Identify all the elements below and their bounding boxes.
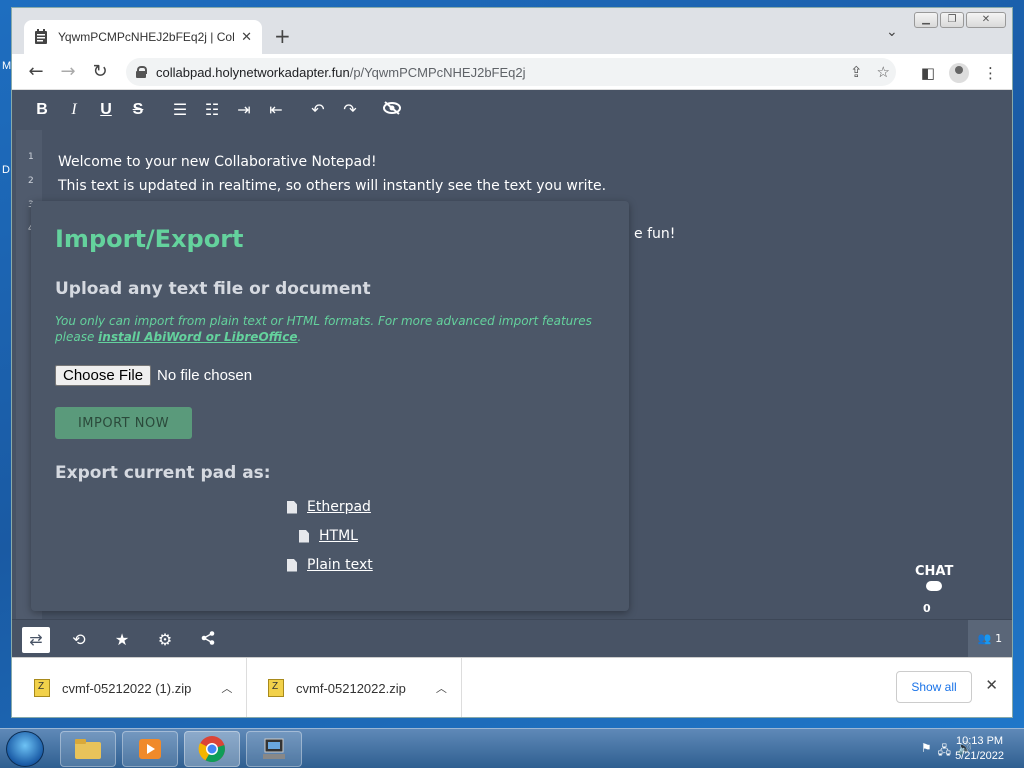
editor-toolbar: B I U S ☰ ☷ ⇥ ⇤ ↶ ↷ xyxy=(12,90,1012,130)
export-heading: Export current pad as: xyxy=(55,463,271,483)
forward-arrow-icon[interactable]: → xyxy=(52,61,84,82)
undo-icon[interactable]: ↶ xyxy=(302,100,334,120)
underline-button[interactable]: U xyxy=(90,101,122,119)
clock-time: 10:13 PM xyxy=(955,735,1004,747)
pad-text-line[interactable]: Welcome to your new Collaborative Notepa… xyxy=(58,154,377,170)
html-file-icon xyxy=(299,529,309,543)
browser-tab[interactable]: YqwmPCMPcNHEJ2bFEq2j | Colla ✕ xyxy=(24,20,262,54)
upload-heading: Upload any text file or document xyxy=(55,279,371,299)
explorer-taskbar-icon[interactable] xyxy=(60,731,116,767)
settings-gear-icon[interactable]: ⚙ xyxy=(151,627,179,653)
chat-label: CHAT xyxy=(915,564,954,579)
line-number: 2 xyxy=(28,176,34,186)
share-embed-icon[interactable] xyxy=(194,627,222,653)
show-all-button[interactable]: Show all xyxy=(896,671,972,703)
chrome-taskbar-icon[interactable] xyxy=(184,731,240,767)
pad-page: B I U S ☰ ☷ ⇥ ⇤ ↶ ↷ 1 2 3 4 Welcome to y… xyxy=(12,90,1012,658)
export-plaintext-link[interactable]: Plain text xyxy=(287,557,373,573)
address-bar[interactable]: collabpad.holynetworkadapter.fun/p/YqwmP… xyxy=(126,58,896,86)
network-icon[interactable]: 🖧 xyxy=(938,741,951,762)
export-html-link[interactable]: HTML xyxy=(299,528,358,544)
back-arrow-icon[interactable]: ← xyxy=(20,61,52,82)
restore-button[interactable]: ❐ xyxy=(940,12,964,28)
taskbar: ⚑ 🖧 🔊 10:13 PM 5/21/2022 xyxy=(0,728,1024,768)
browser-toolbar: ← → ↻ collabpad.holynetworkadapter.fun/p… xyxy=(12,54,1012,90)
users-count: 1 xyxy=(995,632,1003,645)
window-controls: ▁ ❐ ✕ xyxy=(914,12,1006,28)
clear-authorship-eye-icon[interactable] xyxy=(376,100,408,120)
outdent-icon[interactable]: ⇤ xyxy=(260,100,292,120)
clock-date: 5/21/2022 xyxy=(955,750,1004,762)
download-item[interactable]: cvmf-05212022.zip ︿ xyxy=(268,658,462,717)
bold-button[interactable]: B xyxy=(26,101,58,119)
pad-text-line[interactable]: e fun! xyxy=(634,226,675,242)
star-icon[interactable]: ★ xyxy=(108,627,136,653)
url-text: collabpad.holynetworkadapter.fun/p/YqwmP… xyxy=(156,64,526,80)
file-input: Choose File No file chosen xyxy=(55,365,252,386)
tab-search-chevron-icon[interactable]: ⌄ xyxy=(886,24,898,40)
share-icon[interactable]: ⇪ xyxy=(850,63,863,81)
zip-file-icon xyxy=(268,679,284,697)
users-button[interactable]: 👥 1 xyxy=(968,620,1012,658)
import-now-button[interactable]: IMPORT NOW xyxy=(55,407,192,439)
choose-file-button[interactable]: Choose File xyxy=(55,365,152,386)
tab-close-icon[interactable]: ✕ xyxy=(241,30,252,45)
download-item[interactable]: cvmf-05212022 (1).zip ︿ xyxy=(34,658,248,717)
etherpad-file-icon xyxy=(287,500,297,514)
strikethrough-button[interactable]: S xyxy=(122,101,154,119)
media-player-taskbar-icon[interactable] xyxy=(122,731,178,767)
action-center-flag-icon[interactable]: ⚑ xyxy=(921,741,932,762)
import-hint: You only can import from plain text or H… xyxy=(55,314,592,344)
unordered-list-icon[interactable]: ☷ xyxy=(196,100,228,120)
tab-strip: YqwmPCMPcNHEJ2bFEq2j | Colla ✕ + ⌄ ▁ ❐ ✕ xyxy=(12,8,1012,54)
desktop-icon-label: D xyxy=(2,164,10,176)
import-export-icon[interactable]: ⇄ xyxy=(22,627,50,653)
zip-file-icon xyxy=(34,679,50,697)
browser-menu-icon[interactable]: ⋮ xyxy=(983,64,998,82)
line-number: 1 xyxy=(28,152,34,162)
popup-title: Import/Export xyxy=(55,225,244,253)
profile-avatar-icon[interactable] xyxy=(949,63,969,83)
text-file-icon xyxy=(287,558,297,572)
bookmark-star-icon[interactable]: ☆ xyxy=(877,63,890,81)
clock[interactable]: 10:13 PM 5/21/2022 xyxy=(955,734,1004,764)
pad-bottom-bar: ⇄ ⟲ ★ ⚙ 👥 1 xyxy=(12,619,1012,658)
notepad-favicon-icon xyxy=(34,29,48,45)
pad-text-line[interactable]: This text is updated in realtime, so oth… xyxy=(58,178,606,194)
users-icon: 👥 xyxy=(977,632,992,645)
network-app-taskbar-icon[interactable] xyxy=(246,731,302,767)
new-tab-button[interactable]: + xyxy=(274,24,291,48)
browser-window: YqwmPCMPcNHEJ2bFEq2j | Colla ✕ + ⌄ ▁ ❐ ✕… xyxy=(11,7,1013,718)
start-button[interactable] xyxy=(6,731,44,767)
lock-icon xyxy=(136,66,147,78)
chat-bubble-icon xyxy=(926,581,943,591)
chevron-up-icon[interactable]: ︿ xyxy=(221,680,232,696)
tab-title: YqwmPCMPcNHEJ2bFEq2j | Colla xyxy=(58,30,234,44)
download-filename: cvmf-05212022 (1).zip xyxy=(62,680,192,696)
download-shelf: cvmf-05212022 (1).zip ︿ cvmf-05212022.zi… xyxy=(12,657,1012,717)
file-status: No file chosen xyxy=(157,367,253,384)
chat-button[interactable]: CHAT 0 xyxy=(915,564,954,615)
redo-icon[interactable]: ↷ xyxy=(334,100,366,120)
close-shelf-icon[interactable]: ✕ xyxy=(985,676,998,694)
install-abiword-link[interactable]: install AbiWord or LibreOffice xyxy=(98,330,297,344)
side-panel-icon[interactable]: ◧ xyxy=(921,64,935,82)
export-etherpad-link[interactable]: Etherpad xyxy=(287,499,371,515)
download-filename: cvmf-05212022.zip xyxy=(296,680,406,696)
import-export-popup: Import/Export Upload any text file or do… xyxy=(31,201,629,611)
desktop-icon-label: M xyxy=(2,60,12,72)
chevron-up-icon[interactable]: ︿ xyxy=(436,680,447,696)
timeslider-history-icon[interactable]: ⟲ xyxy=(65,627,93,653)
close-window-button[interactable]: ✕ xyxy=(966,12,1006,28)
minimize-button[interactable]: ▁ xyxy=(914,12,938,28)
reload-icon[interactable]: ↻ xyxy=(84,61,116,82)
indent-icon[interactable]: ⇥ xyxy=(228,100,260,120)
ordered-list-icon[interactable]: ☰ xyxy=(164,100,196,120)
chat-count: 0 xyxy=(923,602,931,615)
italic-button[interactable]: I xyxy=(58,101,90,119)
